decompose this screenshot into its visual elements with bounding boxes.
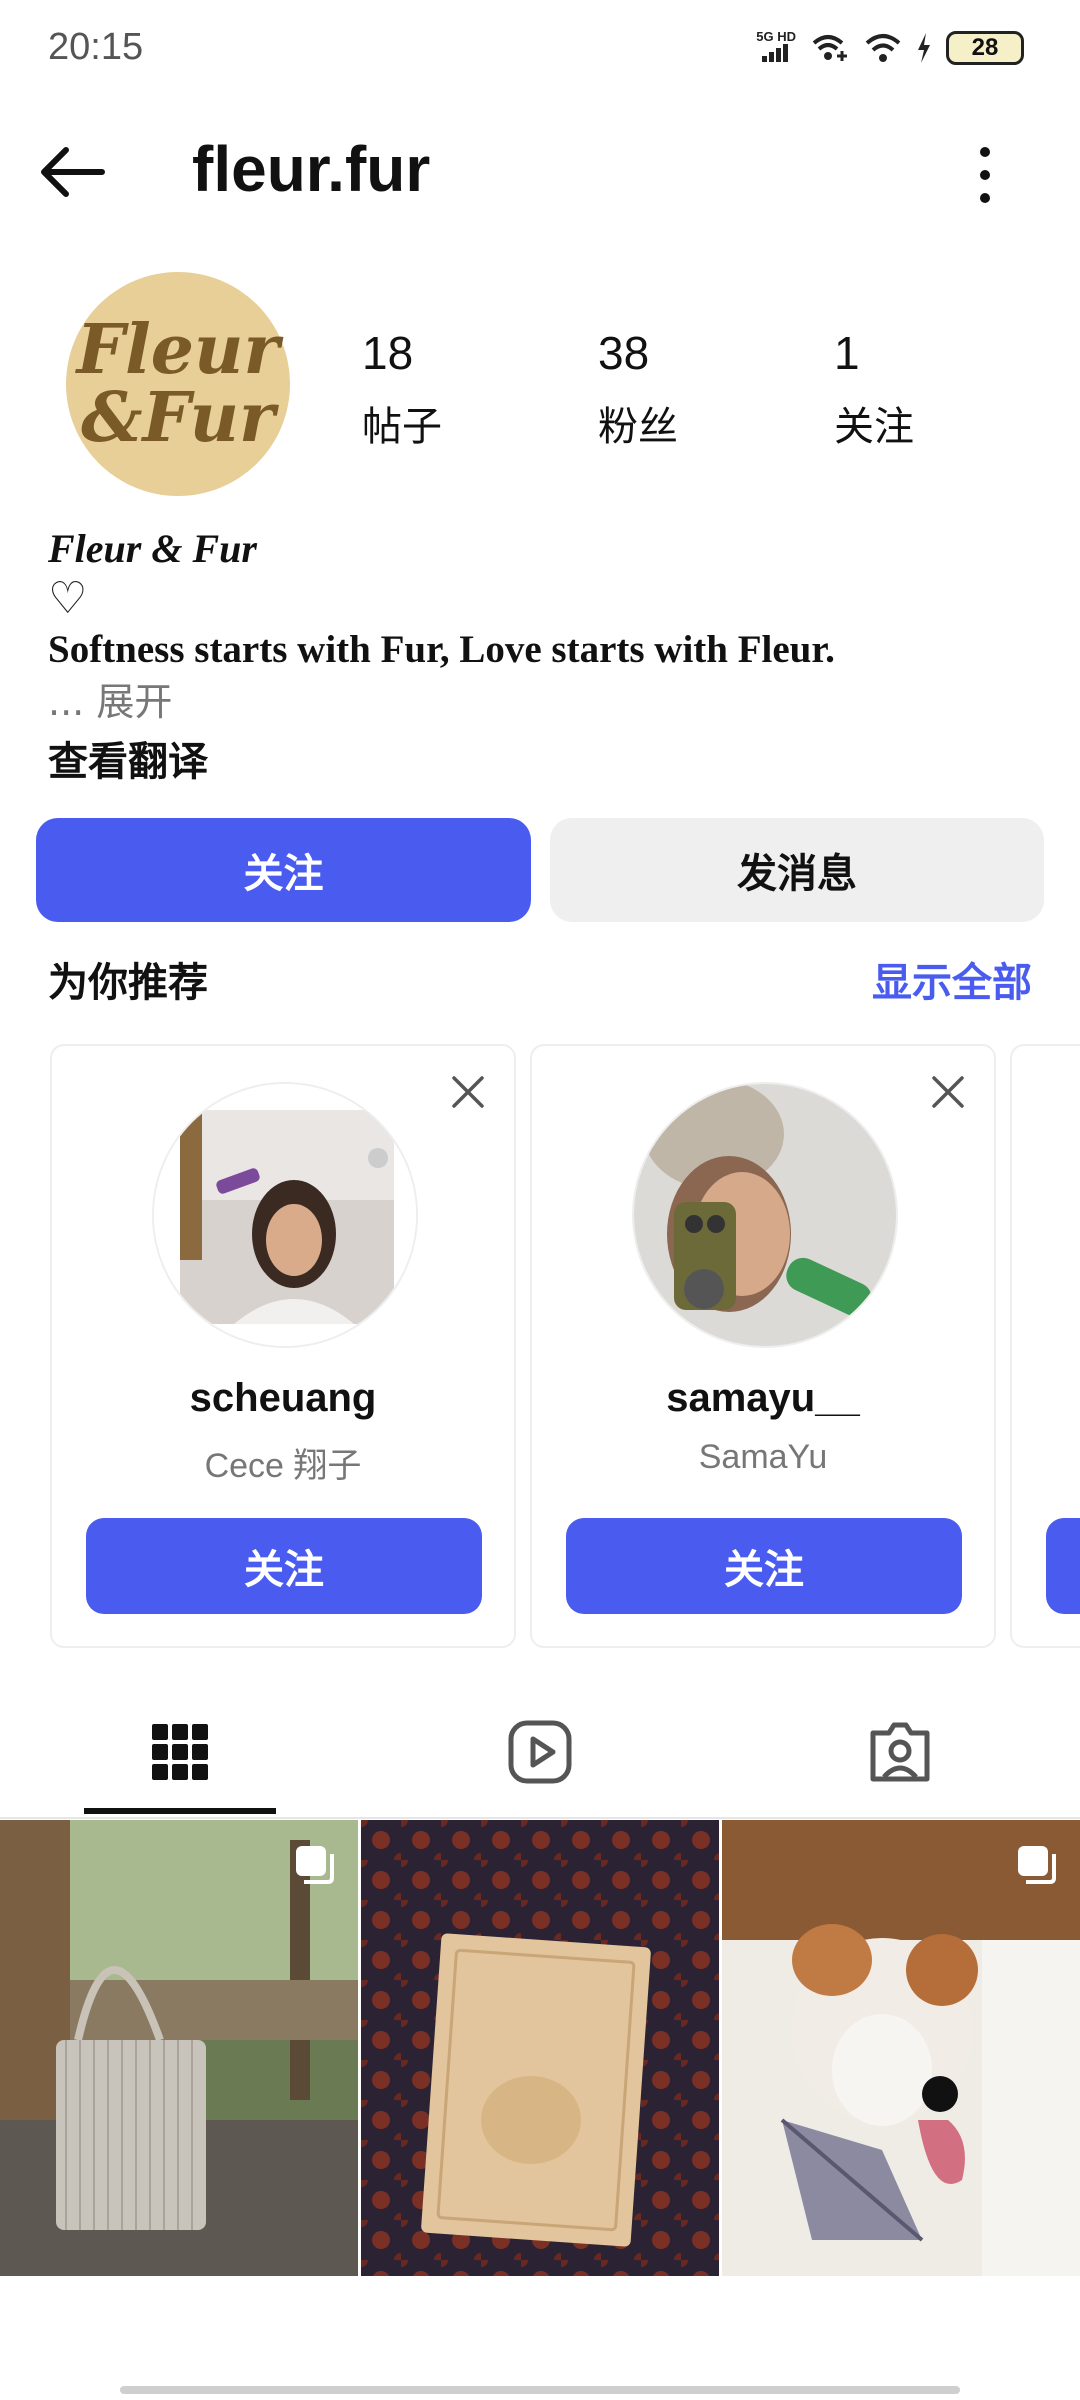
post-image (722, 1820, 1080, 2276)
status-bar: 20:15 5G HD 28 (0, 0, 1080, 100)
post-thumbnail[interactable] (0, 1820, 358, 2276)
suggestion-follow-button[interactable]: 关注 (566, 1518, 962, 1614)
stat-label: 粉丝 (598, 404, 678, 450)
tab-divider (0, 1817, 1080, 1819)
gesture-bar (120, 2386, 960, 2394)
bio-text: Softness starts with Fur, Love starts wi… (48, 628, 835, 671)
more-vertical-icon[interactable] (960, 140, 1010, 210)
heart-icon: ♡ (48, 573, 88, 624)
wifi-icon (865, 33, 901, 62)
multiple-photos-icon (296, 1846, 334, 1884)
post-image (0, 1820, 358, 2276)
profile-tabs (0, 1690, 1080, 1818)
post-grid (0, 1820, 1080, 2276)
signal-icon (762, 44, 789, 62)
battery-icon: 28 (946, 30, 1024, 65)
status-icons: 5G HD 28 (756, 30, 1024, 65)
active-tab-indicator (84, 1808, 276, 1814)
tab-tagged[interactable] (720, 1690, 1080, 1814)
suggestion-follow-button[interactable]: 关注 (86, 1518, 482, 1614)
stat-label: 帖子 (362, 404, 442, 450)
stat-value: 1 (834, 327, 860, 379)
post-thumbnail[interactable] (361, 1820, 719, 2276)
stat-followers[interactable]: 38 粉丝 (598, 326, 678, 452)
status-time: 20:15 (48, 26, 144, 68)
stat-following[interactable]: 1 关注 (834, 326, 914, 452)
stat-posts[interactable]: 18 帖子 (362, 326, 442, 452)
suggestion-follow-button-partial[interactable] (1046, 1518, 1080, 1614)
charging-icon (918, 32, 930, 63)
user-photo (154, 1084, 416, 1346)
profile-avatar[interactable]: Fleur &Fur (66, 272, 290, 496)
post-thumbnail[interactable] (722, 1820, 1080, 2276)
stat-label: 关注 (834, 404, 914, 450)
grid-icon (152, 1724, 208, 1780)
suggestions-title: 为你推荐 (48, 960, 208, 1006)
suggestion-avatar[interactable] (632, 1082, 898, 1348)
stat-value: 18 (362, 327, 414, 379)
show-all-link[interactable]: 显示全部 (872, 950, 1032, 1008)
suggestion-avatar[interactable] (152, 1082, 418, 1348)
follow-button[interactable]: 关注 (36, 818, 531, 922)
bio-name: Fleur & Fur (48, 526, 257, 571)
see-translation-link[interactable]: 查看翻译 (48, 732, 1048, 792)
tab-reels[interactable] (360, 1690, 720, 1814)
brand-logo: Fleur &Fur (76, 310, 280, 458)
suggestion-display-name: SamaYu (698, 1438, 828, 1476)
tab-posts[interactable] (0, 1690, 360, 1814)
arrow-left-icon[interactable] (36, 136, 108, 208)
network-type: 5G HD (756, 30, 796, 65)
suggestion-display-name: Cece 翔子 (204, 1447, 362, 1485)
wifi-plus-icon (812, 34, 847, 61)
bio-expand-link[interactable]: ... 展开 (48, 676, 1048, 728)
close-icon[interactable] (928, 1072, 968, 1112)
user-photo (634, 1084, 896, 1346)
multiple-photos-icon (1018, 1846, 1056, 1884)
suggestion-card: scheuang Cece 翔子 关注 (50, 1044, 516, 1648)
app-header: fleur.fur (0, 110, 1080, 230)
suggestion-username[interactable]: samayu__ (532, 1376, 994, 1421)
message-button[interactable]: 发消息 (550, 818, 1044, 922)
page-title: fleur.fur (192, 133, 431, 205)
stat-value: 38 (598, 327, 650, 379)
close-icon[interactable] (448, 1072, 488, 1112)
suggestion-card-peek (1010, 1044, 1080, 1648)
post-image (361, 1820, 719, 2276)
reels-icon (508, 1720, 572, 1784)
profile-bio: Fleur & Fur ♡ Softness starts with Fur, … (48, 524, 1048, 792)
suggestion-username[interactable]: scheuang (52, 1376, 514, 1421)
suggestion-card: samayu__ SamaYu 关注 (530, 1044, 996, 1648)
tagged-icon (870, 1722, 930, 1782)
